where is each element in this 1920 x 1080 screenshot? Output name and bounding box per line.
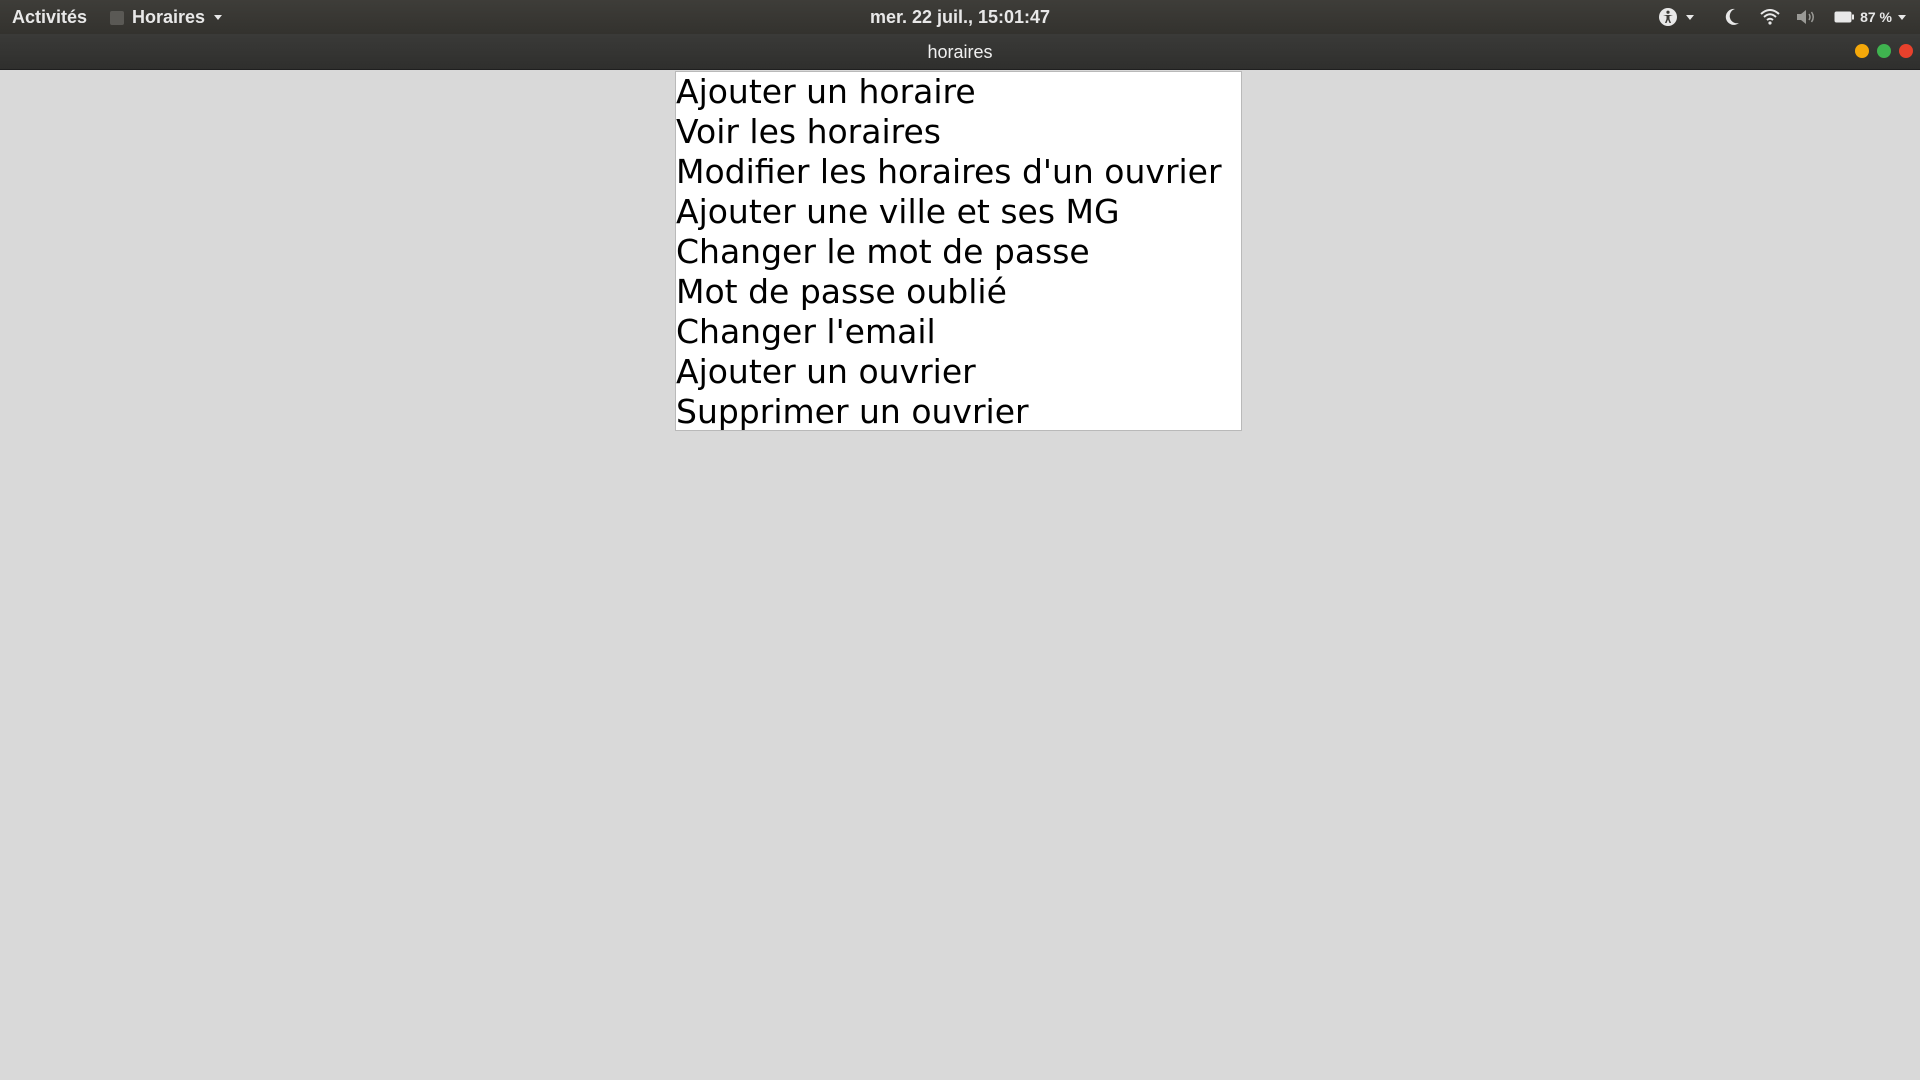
menu-item-voir-horaires[interactable]: Voir les horaires	[676, 112, 1241, 152]
menu-item-modifier-horaires-ouvrier[interactable]: Modifier les horaires d'un ouvrier	[676, 152, 1241, 192]
window-title: horaires	[927, 42, 993, 62]
clock[interactable]: mer. 22 juil., 15:01:47	[0, 7, 1920, 28]
menu-item-changer-email[interactable]: Changer l'email	[676, 312, 1241, 352]
chevron-down-icon	[1686, 14, 1695, 20]
wifi-icon	[1760, 9, 1780, 25]
moon-icon	[1724, 8, 1740, 26]
menu-list: Ajouter un horaire Voir les horaires Mod…	[675, 71, 1242, 431]
top-bar: Activités Horaires mer. 22 juil., 15:01:…	[0, 0, 1920, 34]
volume-icon	[1796, 9, 1816, 25]
menu-item-ajouter-ville[interactable]: Ajouter une ville et ses MG	[676, 192, 1241, 232]
window-content: Ajouter un horaire Voir les horaires Mod…	[0, 70, 1920, 1080]
accessibility-icon[interactable]	[1658, 7, 1678, 27]
menu-item-mot-de-passe-oublie[interactable]: Mot de passe oublié	[676, 272, 1241, 312]
maximize-button[interactable]	[1877, 44, 1891, 58]
menu-item-supprimer-ouvrier[interactable]: Supprimer un ouvrier	[676, 392, 1241, 432]
menu-item-ajouter-horaire[interactable]: Ajouter un horaire	[676, 72, 1241, 112]
window-controls	[1855, 44, 1913, 58]
minimize-button[interactable]	[1855, 44, 1869, 58]
chevron-down-icon	[1898, 14, 1906, 20]
system-tray[interactable]: 87 %	[1658, 7, 1906, 27]
battery-percent: 87 %	[1860, 9, 1892, 25]
battery-icon	[1834, 11, 1855, 23]
menu-item-ajouter-ouvrier[interactable]: Ajouter un ouvrier	[676, 352, 1241, 392]
close-button[interactable]	[1899, 44, 1913, 58]
menu-item-changer-mot-de-passe[interactable]: Changer le mot de passe	[676, 232, 1241, 272]
window-titlebar[interactable]: horaires	[0, 34, 1920, 70]
